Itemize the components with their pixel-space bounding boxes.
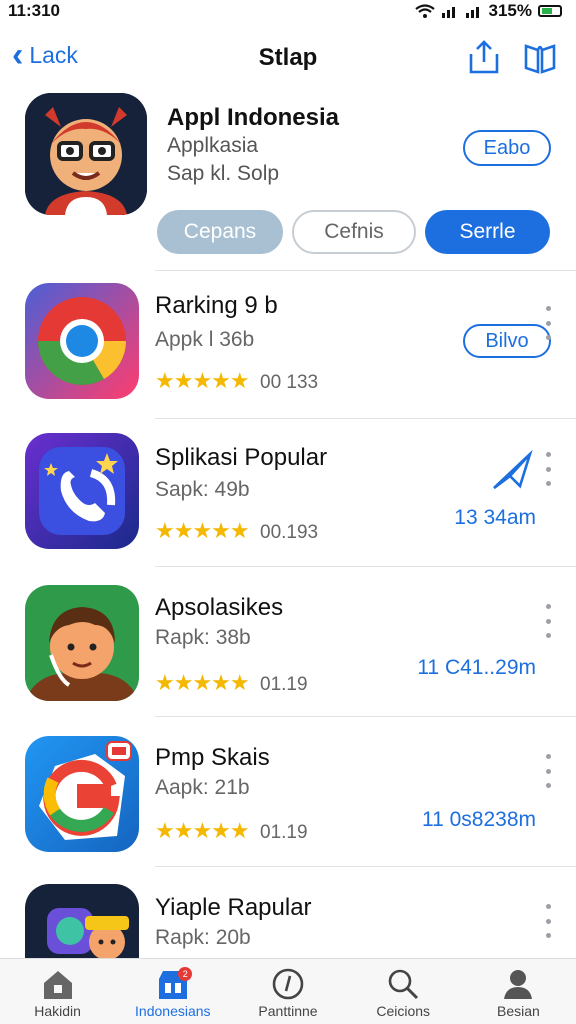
list-item[interactable]: Rarking 9 b Appk l 36b ★★★★★ 00 133 Bilv… (0, 270, 576, 420)
rating-count: 01.19 (260, 822, 308, 843)
tab-label: Ceicions (376, 1003, 431, 1019)
app-size: Aapk: 21b (155, 776, 250, 799)
featured-app-meta: Sap kl. Solp (167, 162, 280, 185)
featured-app-subtitle: Applkasia (167, 134, 259, 157)
signal-icon-2 (465, 7, 479, 18)
status-time: 11:310 (8, 1, 60, 20)
app-size: Rapk: 38b (155, 626, 251, 649)
featured-get-button[interactable]: Eabo (463, 130, 551, 166)
google-icon (25, 736, 139, 852)
star-rating: ★★★★★ (155, 368, 250, 393)
more-options-button[interactable] (542, 754, 554, 788)
list-item[interactable]: Apsolasikes Rapk: 38b ★★★★★ 01.19 11 C41… (0, 566, 576, 716)
battery-icon (538, 5, 562, 17)
character-app-icon (25, 884, 139, 958)
app-action-button[interactable]: Bilvo (463, 324, 551, 358)
tab-label: Besian (497, 1003, 540, 1019)
featured-app-card: Appl Indonesia Applkasia Sap kl. Solp Ea… (0, 90, 576, 270)
app-name: Apsolasikes (155, 594, 284, 621)
search-icon (385, 967, 421, 1001)
app-size: Rapk: 20b (155, 926, 251, 949)
chrome-icon (25, 283, 139, 399)
boy-avatar-icon (25, 585, 139, 701)
phone-app-icon (25, 433, 139, 549)
tab-bar: Hakidin 2 Indonesians Panttinne Ceicions… (0, 958, 576, 1024)
app-size: Appk l 36b (155, 328, 255, 351)
status-icons: 315% (414, 1, 562, 21)
featured-app-icon[interactable] (25, 93, 147, 215)
app-link[interactable]: 11 0s8238m (422, 808, 536, 832)
person-icon (500, 967, 536, 1001)
app-name: Pmp Skais (155, 744, 270, 771)
rating-count: 00.193 (260, 522, 319, 543)
status-bar: 11:310 315% (0, 0, 576, 22)
book-icon (524, 44, 556, 74)
rating-count: 00 133 (260, 372, 319, 393)
app-link[interactable]: 11 C41..29m (417, 656, 536, 680)
send-button[interactable] (490, 449, 534, 492)
more-options-button[interactable] (542, 306, 554, 340)
app-icon (25, 585, 139, 701)
app-name: Rarking 9 b (155, 292, 278, 319)
segment-button-2[interactable]: Cefnis (292, 210, 416, 254)
list-item[interactable]: Yiaple Rapular Rapk: 20b (0, 866, 576, 958)
segment-button-3[interactable]: Serrle (425, 210, 550, 254)
featured-app-title: Appl Indonesia (167, 104, 340, 131)
tab-label: Indonesians (135, 1003, 211, 1019)
bookmark-button[interactable] (522, 38, 558, 76)
segment-button-1[interactable]: Cepans (157, 210, 283, 254)
more-options-button[interactable] (542, 604, 554, 638)
share-icon (469, 40, 499, 74)
tab-panttinne[interactable]: Panttinne (230, 959, 345, 1024)
app-icon (25, 884, 139, 958)
clock-icon (270, 967, 306, 1001)
app-icon (25, 736, 139, 852)
tab-profile[interactable]: Besian (461, 959, 576, 1024)
paper-plane-icon (493, 449, 533, 490)
more-options-button[interactable] (542, 904, 554, 938)
rating-count: 01.19 (260, 674, 308, 695)
app-size: Sapk: 49b (155, 478, 250, 501)
more-options-button[interactable] (542, 452, 554, 486)
tab-indonesians[interactable]: 2 Indonesians (115, 959, 230, 1024)
wifi-icon (414, 4, 435, 18)
tab-home[interactable]: Hakidin (0, 959, 115, 1024)
tab-label: Panttinne (258, 1003, 318, 1019)
app-link[interactable]: 13 34am (454, 506, 536, 530)
app-name: Splikasi Popular (155, 444, 328, 471)
list-item[interactable]: Splikasi Popular Sapk: 49b ★★★★★ 00.193 … (0, 418, 576, 568)
cartoon-character-icon (25, 93, 147, 215)
battery-percent: 315% (488, 1, 532, 20)
list-item[interactable]: Pmp Skais Aapk: 21b ★★★★★ 01.19 11 0s823… (0, 716, 576, 866)
app-icon (25, 283, 139, 399)
star-rating: ★★★★★ (155, 670, 250, 695)
share-button[interactable] (466, 38, 502, 76)
navigation-bar: ‹ Lack Stlap (0, 30, 576, 86)
tab-label: Hakidin (34, 1003, 81, 1019)
signal-icon (441, 7, 455, 18)
app-icon (25, 433, 139, 549)
tab-search[interactable]: Ceicions (346, 959, 461, 1024)
star-rating: ★★★★★ (155, 818, 250, 843)
home-icon (40, 967, 76, 1001)
app-name: Yiaple Rapular (155, 894, 312, 921)
star-rating: ★★★★★ (155, 518, 250, 543)
